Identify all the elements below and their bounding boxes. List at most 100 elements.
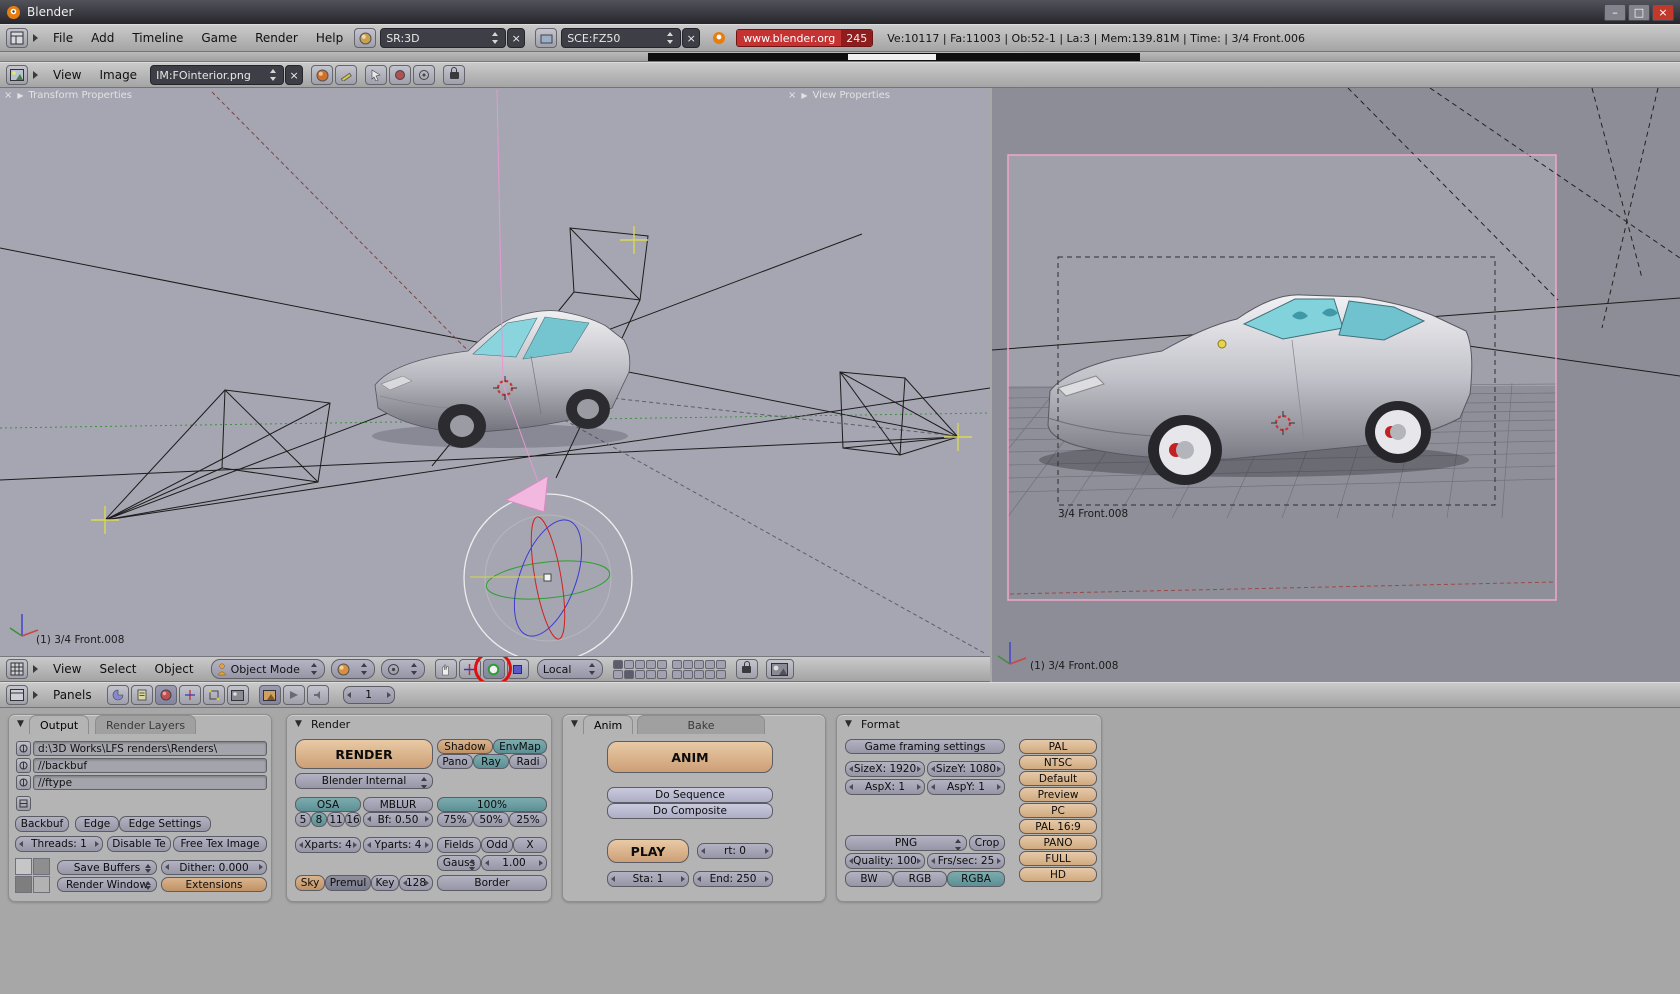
menu-add[interactable]: Add	[82, 31, 123, 45]
free-tex-image-button[interactable]: Free Tex Image	[173, 836, 267, 852]
size-75-toggle[interactable]: 75%	[437, 812, 473, 827]
edge-int-field[interactable]: 128	[399, 875, 433, 891]
extensions-toggle[interactable]: Extensions	[161, 877, 267, 892]
screen-selector[interactable]: SR:3D	[380, 28, 507, 48]
osa-8-toggle[interactable]: 8	[311, 812, 327, 827]
pivot-selector[interactable]	[380, 659, 425, 679]
preset-default-button[interactable]: Default	[1019, 771, 1097, 786]
menu-render[interactable]: Render	[246, 31, 307, 45]
panel-collapse-icon[interactable]: ▼	[845, 719, 852, 729]
render-path-field[interactable]: d:\3D Works\LFS renders\Renders\	[33, 741, 267, 756]
premul-toggle[interactable]: Premul	[325, 875, 371, 891]
mblur-toggle[interactable]: MBLUR	[363, 797, 433, 812]
paint-brush-icon[interactable]	[389, 65, 412, 85]
header-collapse-icon[interactable]	[33, 34, 38, 42]
draw-type-selector[interactable]	[330, 659, 375, 679]
aspx-field[interactable]: AspX: 1	[845, 779, 925, 795]
rgba-toggle[interactable]: RGBA	[947, 871, 1005, 887]
scrollbar-handle[interactable]	[848, 54, 936, 60]
image-selector[interactable]: IM:FOinterior.png	[150, 65, 285, 85]
menu-view[interactable]: View	[44, 662, 90, 676]
crop-toggle[interactable]: Crop	[969, 835, 1005, 851]
preset-pal169-button[interactable]: PAL 16:9	[1019, 819, 1097, 834]
scene-link-icon[interactable]	[16, 796, 31, 811]
ray-toggle[interactable]: Ray	[473, 754, 509, 769]
editing-context-icon[interactable]	[202, 685, 225, 705]
do-sequence-toggle[interactable]: Do Sequence	[607, 787, 773, 803]
fps-field[interactable]: Frs/sec: 25	[927, 853, 1005, 869]
filetype-menu[interactable]: PNG	[845, 835, 967, 851]
expand-icon[interactable]: ▶	[17, 91, 23, 100]
panel-collapse-icon[interactable]: ▼	[295, 719, 302, 729]
edge-toggle[interactable]: Edge	[75, 816, 119, 832]
panel-collapse-icon[interactable]: ▼	[17, 719, 24, 729]
pan-hand-icon[interactable]	[434, 659, 457, 679]
maximize-button[interactable]: □	[1628, 3, 1650, 21]
close-icon[interactable]: ×	[788, 90, 796, 101]
expand-icon[interactable]: ▶	[801, 91, 807, 100]
header-collapse-icon[interactable]	[33, 71, 38, 79]
scene-selector[interactable]: SCE:FZ50	[561, 28, 682, 48]
close-icon[interactable]: ×	[4, 90, 12, 101]
render-engine-menu[interactable]: Blender Internal	[295, 773, 433, 789]
play-button[interactable]: PLAY	[607, 839, 689, 863]
do-composite-toggle[interactable]: Do Composite	[607, 803, 773, 819]
image-clear-button[interactable]: ×	[285, 65, 304, 85]
sizex-field[interactable]: SizeX: 1920	[845, 761, 925, 777]
ftype-path-field[interactable]: //ftype	[33, 775, 267, 790]
logic-context-icon[interactable]	[106, 685, 129, 705]
sky-toggle[interactable]: Sky	[295, 875, 325, 891]
dither-field[interactable]: Dither: 0.000	[161, 860, 267, 875]
menu-select[interactable]: Select	[90, 662, 145, 676]
game-framing-button[interactable]: Game framing settings	[845, 739, 1005, 754]
border-toggle[interactable]: Border	[437, 875, 547, 891]
script-context-icon[interactable]	[130, 685, 153, 705]
osa-16-toggle[interactable]: 16	[345, 812, 361, 827]
view-properties-panel[interactable]: × ▶ View Properties	[788, 90, 890, 101]
frame-number-field[interactable]: 1	[342, 686, 395, 704]
object-context-icon[interactable]	[178, 685, 201, 705]
filter-menu[interactable]: Gauss	[437, 855, 481, 871]
blur-factor-field[interactable]: Bf: 0.50	[363, 812, 433, 827]
preset-preview-button[interactable]: Preview	[1019, 787, 1097, 802]
menu-game[interactable]: Game	[192, 31, 246, 45]
buttons-window-icon[interactable]	[6, 685, 28, 705]
backbuf-toggle[interactable]: Backbuf	[15, 816, 69, 832]
pivot-dot-icon[interactable]	[413, 65, 436, 85]
file-select-icon[interactable]	[16, 758, 31, 773]
manipulator-translate-icon[interactable]	[458, 659, 481, 679]
quality-field[interactable]: Quality: 100	[845, 853, 925, 869]
menu-file[interactable]: File	[44, 31, 82, 45]
file-select-icon[interactable]	[16, 775, 31, 790]
threads-field[interactable]: Threads: 1	[15, 836, 103, 852]
viewport-3d[interactable]: × ▶ Transform Properties × ▶ View Proper…	[0, 88, 990, 656]
render-button[interactable]: RENDER	[295, 739, 433, 769]
save-buffers-menu[interactable]: Save Buffers	[57, 860, 157, 875]
osa-11-toggle[interactable]: 11	[327, 812, 345, 827]
render-subcontext-icon[interactable]	[258, 685, 281, 705]
envmap-toggle[interactable]: EnvMap	[493, 739, 547, 754]
lock-icon[interactable]	[443, 65, 466, 85]
osa-toggle[interactable]: OSA	[295, 797, 361, 812]
window-type-icon[interactable]	[6, 28, 28, 48]
orientation-selector[interactable]: Local	[536, 659, 603, 679]
xparts-field[interactable]: Xparts: 4	[295, 837, 361, 853]
image-editor-icon[interactable]	[6, 65, 28, 85]
header-collapse-icon[interactable]	[33, 665, 38, 673]
tab-render-layers[interactable]: Render Layers	[95, 715, 197, 734]
tab-bake[interactable]: Bake	[637, 715, 765, 734]
backbuf-path-field[interactable]: //backbuf	[33, 758, 267, 773]
transform-properties-panel[interactable]: × ▶ Transform Properties	[4, 90, 132, 101]
bw-toggle[interactable]: BW	[845, 871, 893, 887]
sizey-field[interactable]: SizeY: 1080	[927, 761, 1005, 777]
screen-clear-button[interactable]: ×	[507, 28, 526, 48]
editor-type-icon[interactable]	[6, 659, 28, 679]
aspy-field[interactable]: AspY: 1	[927, 779, 1005, 795]
blender-version-badge[interactable]: www.blender.org 245	[736, 29, 874, 47]
sound-subcontext-icon[interactable]	[306, 685, 329, 705]
preset-pc-button[interactable]: PC	[1019, 803, 1097, 818]
preset-pal-button[interactable]: PAL	[1019, 739, 1097, 754]
manipulator-rotate-icon[interactable]	[473, 657, 512, 681]
edge-settings-button[interactable]: Edge Settings	[119, 816, 211, 832]
layer-buttons-group-2[interactable]	[671, 659, 726, 679]
